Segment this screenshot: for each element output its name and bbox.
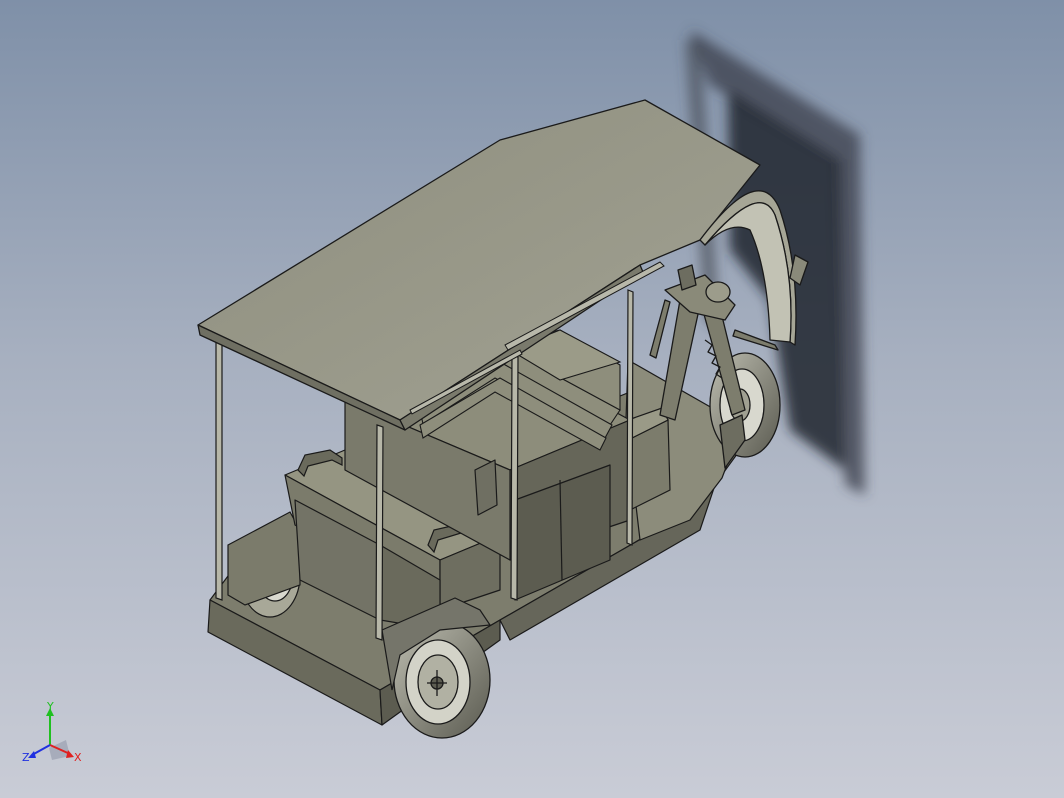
- coordinate-triad: Y X Z: [22, 700, 82, 764]
- graphics-viewport[interactable]: Y X Z: [0, 0, 1064, 798]
- rickshaw-model[interactable]: [0, 0, 1064, 798]
- y-axis-label: Y: [46, 700, 54, 713]
- z-axis-label: Z: [22, 751, 30, 764]
- x-axis-label: X: [74, 751, 82, 764]
